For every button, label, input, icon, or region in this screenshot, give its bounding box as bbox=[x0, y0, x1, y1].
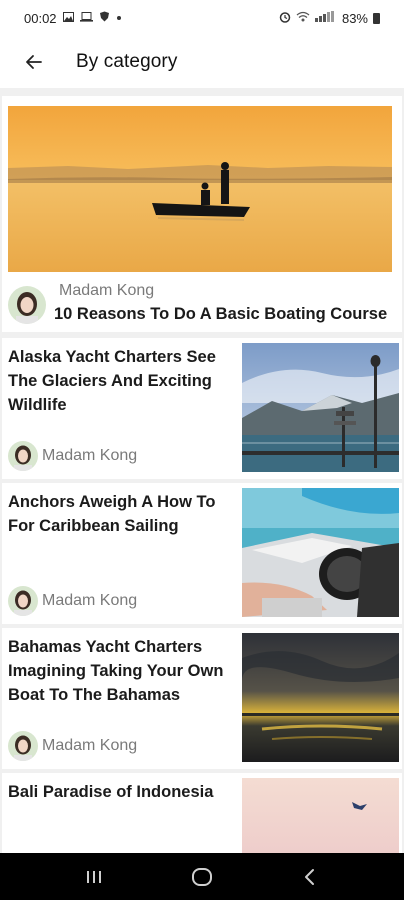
status-bar: 00:02 83% bbox=[0, 0, 404, 36]
article-feed[interactable]: Madam Kong 10 Reasons To Do A Basic Boat… bbox=[0, 93, 404, 853]
article-title[interactable]: Anchors Aweigh A How To For Caribbean Sa… bbox=[8, 490, 230, 538]
signal-icon bbox=[314, 11, 337, 25]
laptop-icon bbox=[79, 11, 93, 25]
recent-apps-button[interactable] bbox=[64, 857, 124, 897]
article-thumbnail bbox=[242, 488, 399, 617]
back-icon bbox=[305, 868, 314, 885]
author-avatar[interactable] bbox=[8, 586, 38, 616]
home-button[interactable] bbox=[172, 857, 232, 897]
app-bar: By category bbox=[0, 36, 404, 88]
featured-article-image bbox=[8, 106, 392, 272]
status-time: 00:02 bbox=[24, 10, 57, 26]
author-avatar[interactable] bbox=[8, 441, 38, 471]
alarm-icon bbox=[279, 11, 291, 26]
article-thumbnail bbox=[242, 633, 399, 762]
battery-icon bbox=[373, 12, 380, 24]
author-name: Madam Kong bbox=[42, 447, 138, 464]
system-nav-bar bbox=[0, 853, 404, 900]
author-avatar[interactable] bbox=[8, 731, 38, 761]
dot-icon bbox=[116, 13, 122, 24]
article-title[interactable]: Bali Paradise of Indonesia bbox=[8, 780, 230, 804]
wifi-icon bbox=[296, 11, 310, 25]
shield-icon bbox=[99, 11, 110, 25]
article-thumbnail bbox=[242, 778, 399, 853]
article-card[interactable]: Bahamas Yacht Charters Imagining Taking … bbox=[2, 628, 402, 769]
article-card[interactable]: Alaska Yacht Charters See The Glaciers A… bbox=[2, 338, 402, 479]
nav-back-button[interactable] bbox=[280, 857, 340, 897]
article-title[interactable]: Bahamas Yacht Charters Imagining Taking … bbox=[8, 635, 230, 707]
featured-article-title[interactable]: 10 Reasons To Do A Basic Boating Course bbox=[54, 305, 387, 324]
article-thumbnail bbox=[242, 343, 399, 472]
featured-article-card[interactable]: Madam Kong 10 Reasons To Do A Basic Boat… bbox=[2, 96, 402, 332]
page-title: By category bbox=[76, 51, 178, 72]
article-card[interactable]: Anchors Aweigh A How To For Caribbean Sa… bbox=[2, 483, 402, 624]
author-avatar[interactable] bbox=[8, 286, 46, 324]
image-icon bbox=[62, 11, 74, 25]
article-title[interactable]: Alaska Yacht Charters See The Glaciers A… bbox=[8, 345, 230, 417]
battery-percent: 83% bbox=[341, 10, 368, 26]
recent-apps-icon bbox=[87, 870, 101, 883]
back-button[interactable] bbox=[14, 42, 54, 82]
author-name: Madam Kong bbox=[59, 282, 155, 299]
status-right: 83% bbox=[279, 11, 380, 26]
status-left: 00:02 bbox=[24, 11, 122, 26]
home-icon bbox=[192, 867, 212, 886]
author-name: Madam Kong bbox=[42, 592, 138, 609]
author-name: Madam Kong bbox=[42, 737, 138, 754]
arrow-left-icon bbox=[26, 55, 42, 69]
article-card[interactable]: Bali Paradise of Indonesia bbox=[2, 773, 402, 853]
